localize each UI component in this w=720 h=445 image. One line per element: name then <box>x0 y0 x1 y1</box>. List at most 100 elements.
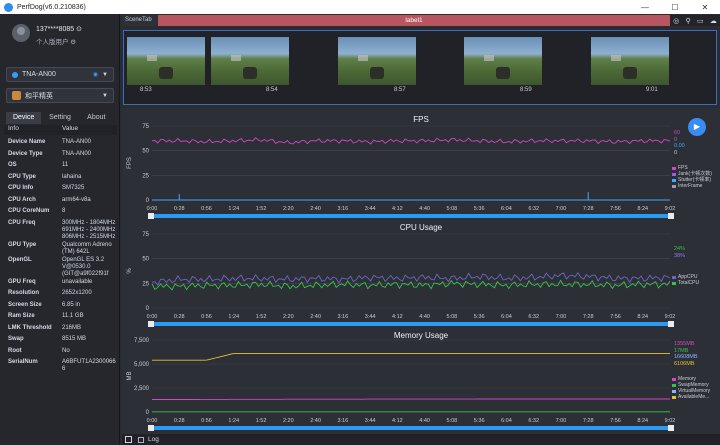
fps-chart: FPS ▶ 60 0 0.00 0 FPS Jank(卡顿次数) Stutter… <box>122 108 720 220</box>
info-key: Ram Size <box>8 313 35 319</box>
info-key: OS <box>8 162 17 168</box>
close-button[interactable]: ✕ <box>690 3 720 12</box>
x-tick-label: 0:28 <box>174 418 185 424</box>
info-header-value: Value <box>62 125 79 132</box>
title-bar: PerfDog(v6.0.210836) — ☐ ✕ <box>0 0 720 14</box>
scene-label[interactable]: label1 <box>158 15 670 26</box>
x-tick-label: 3:16 <box>337 418 348 424</box>
info-value: TNA-AN00 <box>62 139 92 145</box>
app-select-label: 和平精英 <box>25 92 53 100</box>
y-tick-label: 0 <box>146 410 150 416</box>
timeline-right-handle <box>668 425 674 431</box>
screenshot-thumbnail[interactable] <box>591 37 669 85</box>
info-row: OpenGL OpenGL ES 3.2 V@0530.0 (GIT@a9f022… <box>4 256 117 278</box>
maximize-button[interactable]: ☐ <box>660 3 690 12</box>
screenshot-time: 9:01 <box>646 87 658 93</box>
app-logo-icon <box>4 2 13 12</box>
info-row: GPU Freq unavailable <box>4 278 117 290</box>
scene-tab[interactable]: SceneTab <box>122 15 158 26</box>
x-tick-label: 4:40 <box>419 206 430 212</box>
y-tick-label: 50 <box>142 257 149 263</box>
info-key: GPU Type <box>8 241 37 248</box>
info-key: CPU CoreNum <box>8 208 50 214</box>
info-row: CPU Info SM7325 <box>4 184 117 196</box>
user-panel: 137****8085 ⊙ 个人版用户 ⚙ <box>8 20 116 50</box>
info-row: SerialNum A6BFUT1A2300066 6 <box>4 358 117 373</box>
x-tick-label: 0:00 <box>147 314 158 320</box>
x-tick-label: 3:44 <box>365 418 376 424</box>
y-axis-label: % <box>127 268 133 274</box>
screenshot-thumbnail[interactable] <box>127 37 205 85</box>
info-row: LMK Threshold 216MB <box>4 324 117 336</box>
info-header-key: Info <box>8 125 19 132</box>
pin-icon[interactable]: ⚲ <box>686 17 691 25</box>
info-value: lahaina <box>62 173 82 180</box>
info-row: GPU Type Qualcomm Adreno (TM) 642L <box>4 241 117 256</box>
x-tick-label: 7:28 <box>583 418 594 424</box>
cpu-chart: CPU Usage 24% 38% AppCPU TotalCPU 75 50 25… <box>122 216 720 328</box>
info-key: Resolution <box>8 290 39 296</box>
info-value: unavailable <box>62 278 93 285</box>
y-tick-label: 50 <box>142 149 149 155</box>
device-select[interactable]: TNA-AN00 ◉ ▼ <box>6 67 114 82</box>
series-line-memory <box>152 398 670 400</box>
chart-area: FPS ▶ 60 0 0.00 0 FPS Jank(卡顿次数) Stutter… <box>122 108 720 434</box>
log-panel-icon[interactable] <box>125 436 132 443</box>
x-tick-label: 0:56 <box>201 206 212 212</box>
user-role[interactable]: 个人版用户 ⚙ <box>36 36 76 46</box>
info-row: Ram Size 11.1 GB <box>4 312 117 324</box>
device-select-label: TNA-AN00 <box>22 71 56 78</box>
x-tick-label: 3:44 <box>365 206 376 212</box>
info-key: Device Name <box>8 139 46 145</box>
x-tick-label: 7:00 <box>556 314 567 320</box>
minimize-button[interactable]: — <box>630 3 660 12</box>
screenshot-thumbnail[interactable] <box>338 37 416 85</box>
scene-toolbar: ◎ ⚲ ▭ ☁ <box>670 15 720 26</box>
screenshot-filmstrip[interactable]: 8:53 8:54 8:57 8:59 9:01 <box>123 30 717 105</box>
cloud-icon[interactable]: ☁ <box>710 17 717 25</box>
y-tick-label: 25 <box>142 173 149 179</box>
x-tick-label: 6:32 <box>528 206 539 212</box>
folder-icon[interactable]: ▭ <box>697 17 704 25</box>
x-tick-label: 2:40 <box>310 206 321 212</box>
wifi-icon: ◉ <box>92 72 99 78</box>
screenshot-thumbnail[interactable] <box>464 37 542 85</box>
memory-plot: 7,500 5,000 2,500 0 MB 0:00 0:28 0:56 1:24 1:52 2:… <box>127 338 676 431</box>
avatar[interactable] <box>12 24 30 42</box>
x-tick-label: 7:28 <box>583 206 594 212</box>
sidebar: 137****8085 ⊙ 个人版用户 ⚙ TNA-AN00 ◉ ▼ 和平精英 … <box>0 14 120 445</box>
app-select[interactable]: 和平精英 ▼ <box>6 88 114 103</box>
series-line-totalcpu <box>151 279 671 291</box>
y-tick-label: 5,000 <box>134 362 150 368</box>
info-key: LMK Threshold <box>8 324 52 331</box>
info-key: CPU Info <box>8 185 34 191</box>
x-tick-label: 9:02 <box>665 418 676 424</box>
device-info-table: Device Name TNA-AN00 Device Type TNA-AN00 OS… <box>4 138 117 373</box>
info-key: CPU Freq <box>8 219 36 226</box>
info-value: A6BFUT1A2300066 6 <box>62 359 116 372</box>
info-key: CPU Arch <box>8 196 36 203</box>
info-row: CPU Freq 300MHz - 1804MHz 691MHz - 2400MH… <box>4 219 117 241</box>
x-tick-label: 0:00 <box>147 206 158 212</box>
info-row: Swap 8515 MB <box>4 335 117 347</box>
info-row: Device Name TNA-AN00 <box>4 138 117 150</box>
info-value: 216MB <box>62 324 82 331</box>
x-tick-label: 7:56 <box>610 314 621 320</box>
info-value: 11 <box>62 162 69 168</box>
screenshot-thumbnail[interactable] <box>211 37 289 85</box>
x-tick-label: 2:20 <box>283 314 294 320</box>
tab-setting[interactable]: Setting <box>42 112 77 124</box>
y-tick-label: 75 <box>142 232 149 238</box>
info-key: Swap <box>8 336 24 342</box>
x-tick-label: 0:28 <box>174 314 185 320</box>
screenshot-time: 8:54 <box>266 87 278 93</box>
tab-about[interactable]: About <box>79 112 114 124</box>
x-tick-label: 1:52 <box>256 206 267 212</box>
fps-plot: 75 50 25 0 FPS 0:00 0:28 0:56 1:24 1:52 2:20 2:40 3:… <box>127 124 675 219</box>
tab-device[interactable]: Device <box>6 112 42 124</box>
info-value: arm64-v8a <box>62 196 91 203</box>
info-row: Resolution 2652x1200 <box>4 289 117 301</box>
location-icon[interactable]: ◎ <box>673 17 679 25</box>
log-checkbox[interactable] <box>138 436 144 443</box>
info-row: Root No <box>4 347 117 359</box>
